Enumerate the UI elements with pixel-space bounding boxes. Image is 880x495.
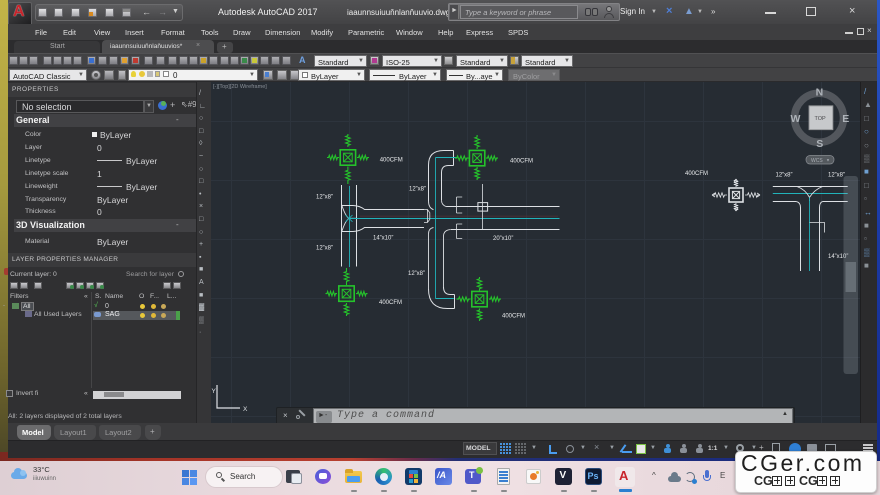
svg-text:12”x8”: 12”x8” xyxy=(316,195,333,201)
svg-text:▼: ▼ xyxy=(826,158,830,163)
svg-text:400CFM: 400CFM xyxy=(380,158,403,164)
svg-text:20”x10”: 20”x10” xyxy=(493,236,513,242)
svg-text:12”x8”: 12”x8” xyxy=(409,187,426,193)
svg-text:400CFM: 400CFM xyxy=(510,159,533,165)
svg-text:12”x8”: 12”x8” xyxy=(316,246,333,252)
svg-text:400CFM: 400CFM xyxy=(379,300,402,306)
svg-text:TOP: TOP xyxy=(815,116,827,122)
svg-text:Y: Y xyxy=(212,388,217,395)
svg-text:N: N xyxy=(816,87,824,99)
svg-text:400CFM: 400CFM xyxy=(502,314,525,320)
svg-text:E: E xyxy=(842,113,849,125)
svg-text:14”x10”: 14”x10” xyxy=(373,236,393,242)
svg-text:12”x8”: 12”x8” xyxy=(776,173,793,179)
svg-text:12”x8”: 12”x8” xyxy=(408,271,425,277)
svg-text:S: S xyxy=(816,138,823,150)
svg-text:12”x8”: 12”x8” xyxy=(828,173,845,179)
svg-text:X: X xyxy=(243,406,248,413)
svg-text:400CFM: 400CFM xyxy=(685,171,708,177)
svg-text:W: W xyxy=(791,113,801,125)
svg-text:WCS: WCS xyxy=(811,158,823,164)
